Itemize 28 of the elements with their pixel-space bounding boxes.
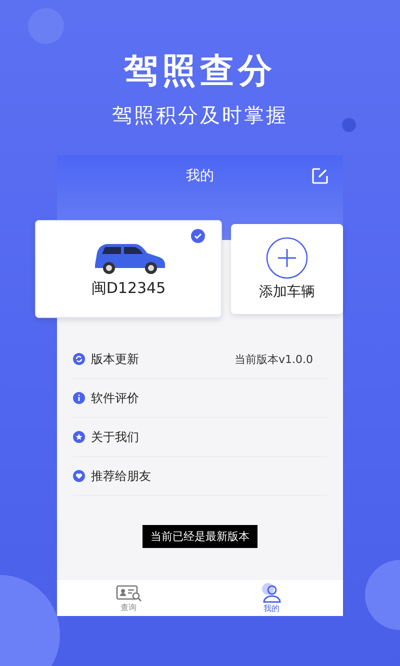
id-card-search-icon <box>116 584 142 602</box>
headline: 驾照查分 <box>124 50 276 93</box>
subheadline: 驾照积分及时掌握 <box>112 102 288 129</box>
vehicle-card[interactable]: 闽D12345 <box>35 220 222 318</box>
refresh-icon <box>73 353 85 365</box>
toast-message: 当前已经是最新版本 <box>142 525 258 548</box>
menu-label: 版本更新 <box>91 350 140 368</box>
screen-title: 我的 <box>186 167 214 185</box>
menu-item[interactable]: 关于我们 <box>73 418 327 457</box>
decor-circle <box>342 118 356 132</box>
plus-icon <box>266 237 308 279</box>
menu-item[interactable]: 推荐给朋友 <box>73 457 327 496</box>
person-icon <box>260 582 282 602</box>
menu-item[interactable]: 版本更新 当前版本v1.0.0 <box>73 340 327 379</box>
menu-item[interactable]: 软件评价 <box>73 379 327 418</box>
version-text: 当前版本v1.0.0 <box>234 352 313 366</box>
menu-label: 软件评价 <box>91 390 140 406</box>
tab[interactable]: 我的 <box>200 580 343 616</box>
tab[interactable]: 查询 <box>57 580 200 616</box>
menu-label: 推荐给朋友 <box>91 468 152 484</box>
edit-button[interactable] <box>311 167 329 185</box>
menu-label: 关于我们 <box>91 428 140 446</box>
check-icon <box>191 229 205 243</box>
add-vehicle-label: 添加车辆 <box>259 283 315 301</box>
add-vehicle-card[interactable]: 添加车辆 <box>231 224 343 314</box>
plate-number: 闽D12345 <box>91 278 166 298</box>
info-icon <box>73 392 85 404</box>
star-icon <box>73 431 85 443</box>
